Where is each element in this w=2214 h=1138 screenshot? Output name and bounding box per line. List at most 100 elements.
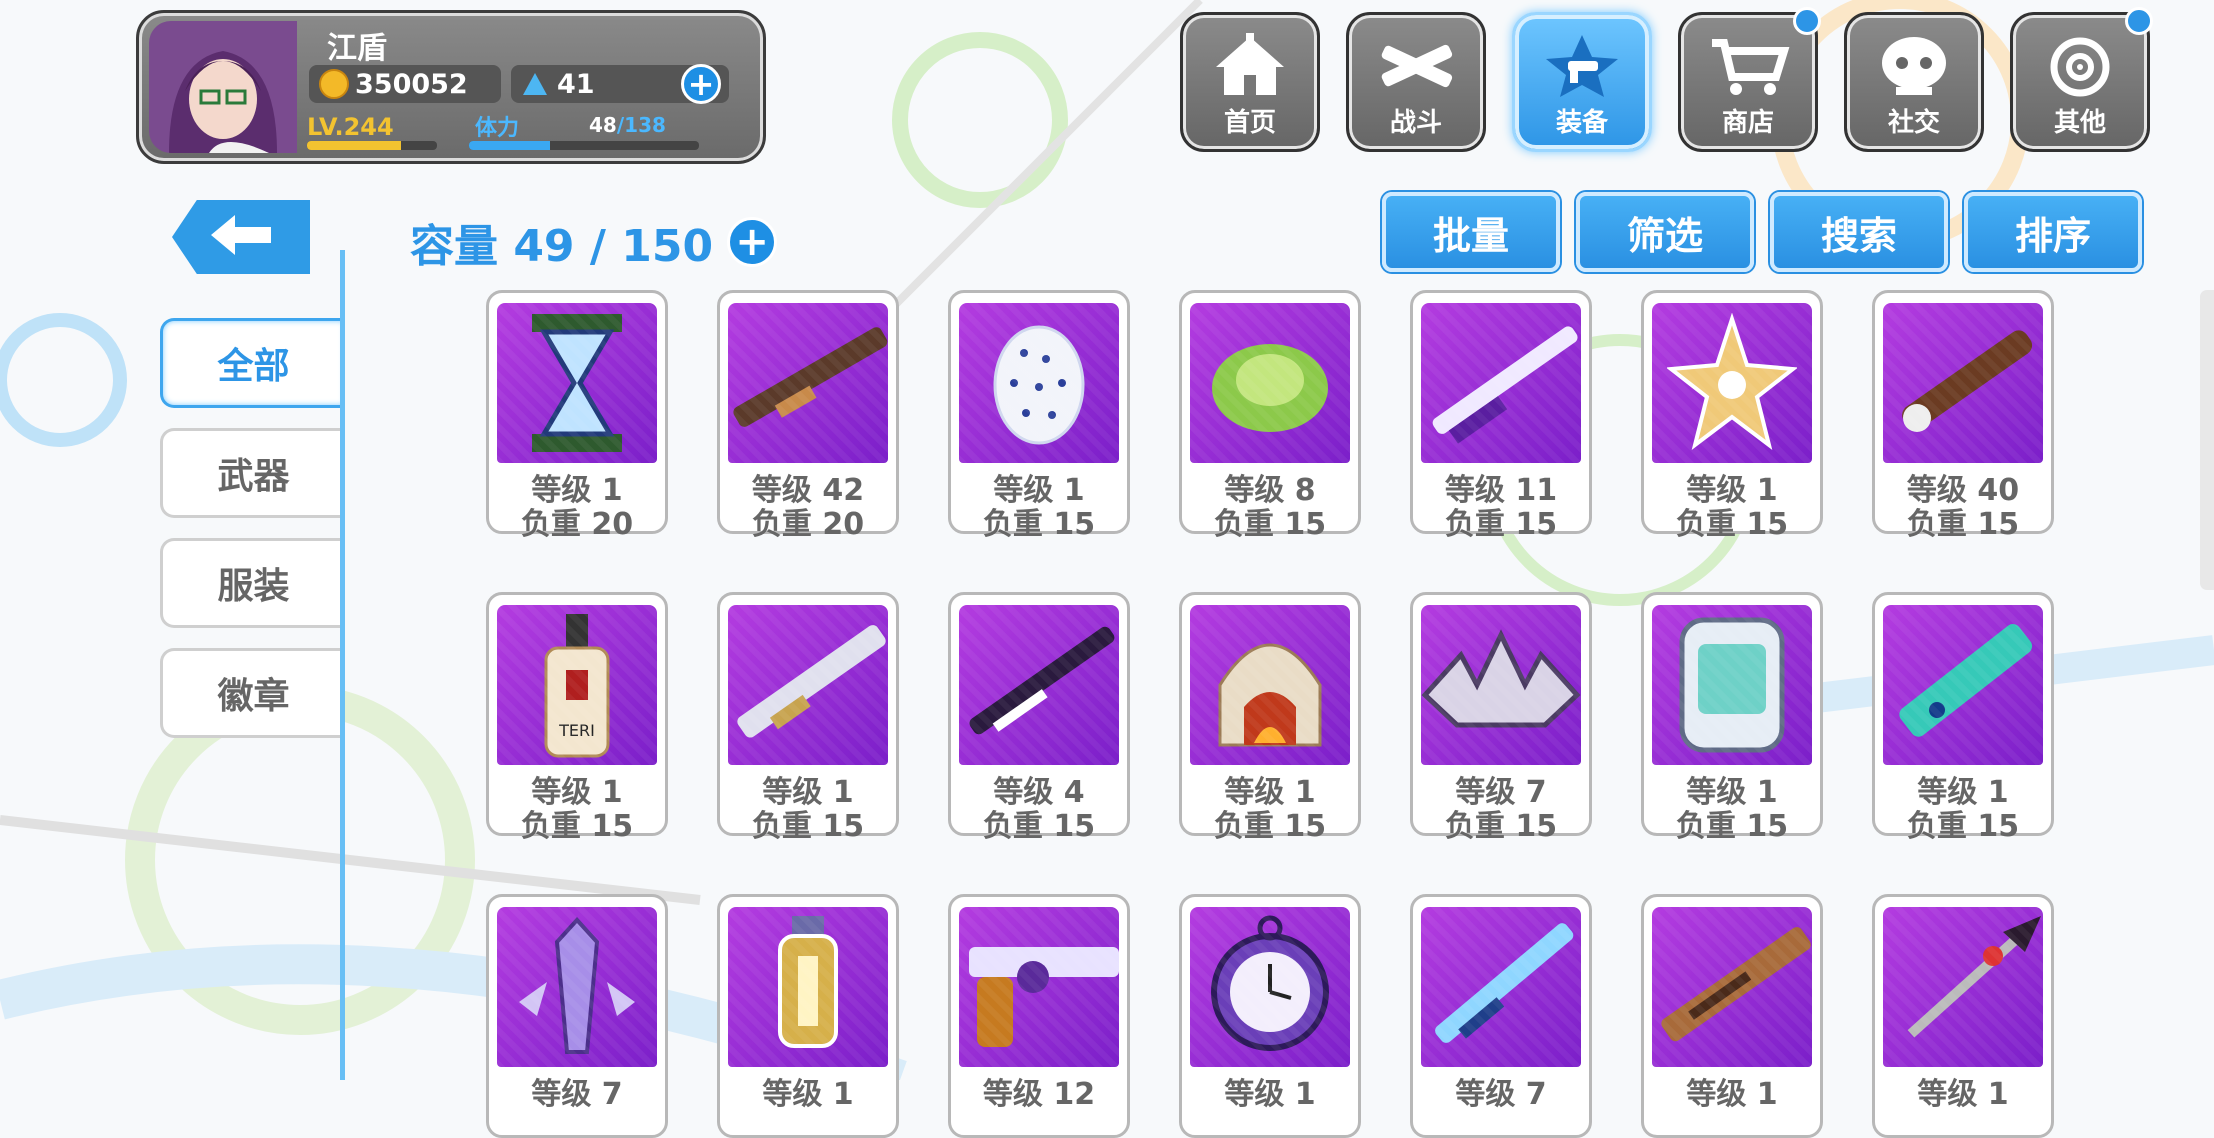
main-nav: 首页 战斗 装备 商店 社交 其他 <box>1180 7 2153 152</box>
star-badge-icon <box>1652 303 1812 463</box>
inventory-item[interactable]: 等级 12 <box>948 894 1130 1138</box>
item-weight: 负重 15 <box>751 809 865 844</box>
inventory-item[interactable]: 等级 7 <box>486 894 668 1138</box>
shotgun-icon <box>1421 303 1581 463</box>
back-arrow-icon <box>211 215 271 259</box>
stamina-value: 48/138 <box>589 113 666 137</box>
inventory-item[interactable]: 等级 1 <box>1872 894 2054 1138</box>
item-weight: 负重 15 <box>1906 507 2020 542</box>
inventory-item[interactable]: 等级 1 负重 15 <box>948 290 1130 542</box>
device-icon <box>1652 605 1812 765</box>
inventory-item[interactable]: 等级 1 负重 15 <box>717 592 899 844</box>
item-level: 等级 1 <box>1686 1077 1778 1112</box>
batch-button[interactable]: 批量 <box>1382 192 1560 272</box>
teal-blade-icon <box>1883 605 2043 765</box>
oven-icon <box>1190 605 1350 765</box>
inventory-item[interactable]: 等级 1 负重 15 <box>1641 592 1823 844</box>
gold-counter: 350052 <box>309 65 501 103</box>
tab-all[interactable]: 全部 <box>160 318 344 408</box>
inventory-item[interactable]: 等级 11 负重 15 <box>1410 290 1592 542</box>
house-icon <box>1208 33 1292 104</box>
nav-other[interactable]: 其他 <box>2010 7 2153 152</box>
tab-weapons[interactable]: 武器 <box>160 428 344 518</box>
inventory-item[interactable]: 等级 1 <box>1641 894 1823 1138</box>
item-level: 等级 1 <box>1224 1077 1316 1112</box>
item-grid: 等级 1 负重 20 等级 42 负重 20 等级 1 负重 15 等级 8 负重 15 等级 … <box>486 290 2054 1138</box>
nav-home[interactable]: 首页 <box>1180 12 1320 152</box>
nav-battle-label: 战斗 <box>1389 108 1442 138</box>
nav-equipment-label: 装备 <box>1555 108 1608 138</box>
nav-social[interactable]: 社交 <box>1844 12 1984 152</box>
filter-button[interactable]: 筛选 <box>1576 192 1754 272</box>
spear-icon <box>1883 907 2043 1067</box>
pocket-watch-icon <box>1190 907 1350 1067</box>
gold-coin-icon <box>319 69 349 99</box>
tab-clothing[interactable]: 服装 <box>160 538 344 628</box>
inventory-item[interactable]: 等级 1 负重 15 <box>1179 592 1361 844</box>
inventory-item[interactable]: 等级 40 负重 15 <box>1872 290 2054 542</box>
inventory-item[interactable]: TERI 等级 1 负重 15 <box>486 592 668 844</box>
inventory-item[interactable]: 等级 1 <box>717 894 899 1138</box>
category-sidebar: 全部 武器 服装 徽章 <box>160 318 344 758</box>
inventory-item[interactable]: 等级 1 负重 15 <box>1872 592 2054 844</box>
player-avatar[interactable] <box>149 21 297 153</box>
item-weight: 负重 15 <box>982 809 1096 844</box>
item-weight: 负重 15 <box>1444 507 1558 542</box>
inventory-item[interactable]: 等级 7 <box>1410 894 1592 1138</box>
camo-rifle-icon <box>1652 907 1812 1067</box>
expand-capacity-button[interactable]: + <box>727 217 778 267</box>
spiked-club-icon <box>1883 303 2043 463</box>
shop-notification-dot <box>1793 7 1821 35</box>
item-weight: 负重 15 <box>1444 809 1558 844</box>
nav-battle[interactable]: 战斗 <box>1346 12 1486 152</box>
item-level: 等级 7 <box>1455 1077 1547 1112</box>
nav-home-label: 首页 <box>1223 108 1276 138</box>
cart-icon <box>1706 33 1790 104</box>
inventory-item[interactable]: 等级 1 <box>1179 894 1361 1138</box>
bottle-icon: TERI <box>497 605 657 765</box>
nav-shop[interactable]: 商店 <box>1678 7 1821 152</box>
crossed-guns-icon <box>1374 33 1458 104</box>
stamina-current: 48 <box>589 113 617 137</box>
lantern-icon <box>728 907 888 1067</box>
stamina-max: /138 <box>616 113 666 137</box>
nav-other-label: 其他 <box>2053 108 2106 138</box>
gem-amount: 41 <box>557 68 595 100</box>
item-weight: 负重 15 <box>1675 809 1789 844</box>
tiara-icon <box>1421 605 1581 765</box>
inventory-item[interactable]: 等级 42 负重 20 <box>717 290 899 542</box>
revolver-icon <box>959 907 1119 1067</box>
item-weight: 负重 15 <box>520 809 634 844</box>
add-gems-button[interactable]: + <box>681 64 721 104</box>
character-face-icon <box>1872 33 1956 104</box>
inventory-item[interactable]: 等级 1 负重 15 <box>1641 290 1823 542</box>
tab-badges[interactable]: 徽章 <box>160 648 344 738</box>
crystal-icon <box>497 907 657 1067</box>
player-name: 江盾 <box>327 31 387 66</box>
nav-equipment[interactable]: 装备 <box>1512 12 1652 152</box>
sort-button[interactable]: 排序 <box>1964 192 2142 272</box>
inventory-item[interactable]: 等级 7 负重 15 <box>1410 592 1592 844</box>
sidebar-divider <box>340 250 345 1080</box>
gem-counter: 41 + <box>511 64 729 104</box>
capacity-label: 容量 49 / 150 <box>410 221 714 272</box>
nav-social-label: 社交 <box>1887 108 1940 138</box>
item-weight: 负重 15 <box>1675 507 1789 542</box>
scrollbar[interactable] <box>2200 290 2214 590</box>
inventory-item[interactable]: 等级 4 负重 15 <box>948 592 1130 844</box>
level-progress-bar <box>307 141 437 150</box>
item-level: 等级 1 <box>762 1077 854 1112</box>
item-weight: 负重 20 <box>520 507 634 542</box>
inventory-item[interactable]: 等级 1 负重 20 <box>486 290 668 542</box>
back-button[interactable] <box>172 200 310 274</box>
search-button[interactable]: 搜索 <box>1770 192 1948 272</box>
item-weight: 负重 15 <box>1213 809 1327 844</box>
item-weight: 负重 15 <box>1906 809 2020 844</box>
item-level: 等级 7 <box>531 1077 623 1112</box>
stamina-progress-bar <box>469 141 699 150</box>
egg-icon <box>959 303 1119 463</box>
target-icon <box>2038 33 2122 104</box>
stamina-label: 体力 <box>475 116 520 141</box>
inventory-item[interactable]: 等级 8 负重 15 <box>1179 290 1361 542</box>
star-gun-icon <box>1540 33 1624 104</box>
